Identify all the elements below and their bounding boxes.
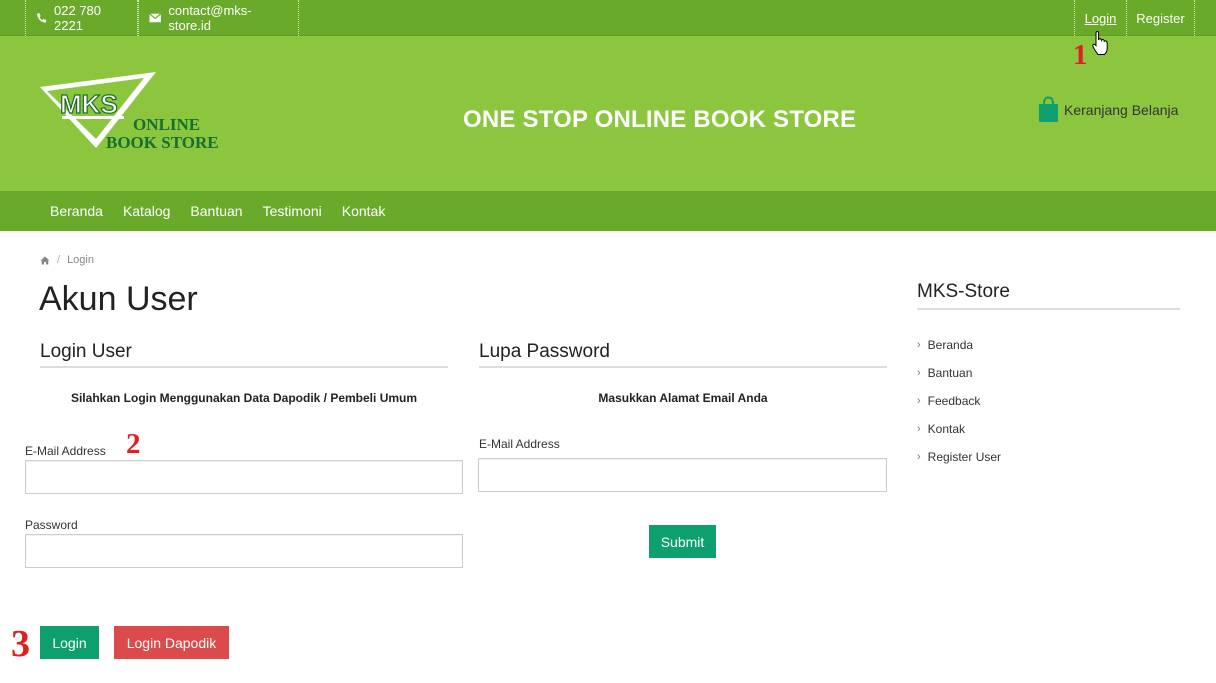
email-info: contact@mks-store.id [138, 0, 299, 36]
sidebar-item-feedback[interactable]: › Feedback [917, 387, 1001, 415]
chevron-right-icon: › [917, 395, 921, 407]
main-nav: Beranda Katalog Bantuan Testimoni Kontak [0, 191, 1216, 231]
chevron-right-icon: › [917, 451, 921, 463]
sidebar-item-label: Bantuan [927, 366, 973, 380]
top-login-link[interactable]: Login [1085, 11, 1117, 26]
shopping-bag-icon [1039, 96, 1058, 122]
forgot-panel-subtitle: Masukkan Alamat Email Anda [598, 391, 768, 405]
forgot-email-label: E-Mail Address [479, 437, 560, 451]
forgot-panel-title: Lupa Password [479, 341, 610, 362]
home-icon[interactable] [40, 256, 50, 265]
login-dapodik-button[interactable]: Login Dapodik [114, 626, 229, 659]
sidebar-item-kontak[interactable]: › Kontak [917, 415, 1001, 443]
phone-icon [36, 13, 47, 23]
sidebar-divider [917, 308, 1180, 310]
sidebar-item-beranda[interactable]: › Beranda [917, 331, 1001, 359]
cart-label: Keranjang Belanja [1064, 101, 1179, 118]
annotation-step-1: 1 [1073, 39, 1088, 71]
logo-line2: BOOK STORE [106, 133, 219, 152]
phone-number: 022 780 2221 [54, 3, 102, 33]
sidebar-item-label: Beranda [927, 338, 974, 352]
hand-cursor-icon [1092, 31, 1108, 55]
nav-item-kontak[interactable]: Kontak [332, 203, 396, 219]
logo-line1: ONLINE [133, 115, 200, 134]
password-label: Password [25, 518, 78, 532]
breadcrumb-separator: / [57, 254, 61, 266]
forgot-email-input[interactable] [478, 458, 887, 492]
top-register-cell: Register [1126, 0, 1195, 36]
nav-item-beranda[interactable]: Beranda [40, 203, 113, 219]
top-bar: 022 780 2221 contact@mks-store.id Login … [0, 0, 1216, 36]
cart-link[interactable]: Keranjang Belanja [1038, 96, 1178, 123]
chevron-right-icon: › [917, 423, 921, 435]
sidebar-list: › Beranda › Bantuan › Feedback › Kontak › Reg… [917, 331, 1001, 471]
page-title: Akun User [39, 280, 198, 318]
login-email-label: E-Mail Address [25, 444, 106, 458]
logo-mark-text: MKS [60, 89, 118, 119]
breadcrumb-current: Login [67, 254, 94, 266]
login-panel-divider [40, 366, 448, 368]
mks-logo[interactable]: MKS ONLINE BOOK STORE [38, 70, 248, 160]
store-tagline: ONE STOP ONLINE BOOK STORE [463, 106, 857, 133]
nav-item-testimoni[interactable]: Testimoni [253, 203, 332, 219]
sidebar-item-label: Feedback [927, 394, 981, 408]
sidebar-item-label: Kontak [927, 422, 966, 436]
email-address: contact@mks-store.id [168, 3, 252, 33]
top-register-link[interactable]: Register [1136, 11, 1184, 26]
chevron-right-icon: › [917, 339, 921, 351]
sidebar-item-register-user[interactable]: › Register User [917, 443, 1001, 471]
forgot-panel-divider [479, 366, 887, 368]
nav-item-katalog[interactable]: Katalog [113, 203, 180, 219]
chevron-right-icon: › [917, 367, 921, 379]
breadcrumb: / Login [40, 254, 94, 266]
envelope-icon [149, 13, 162, 23]
annotation-step-2: 2 [126, 428, 141, 460]
submit-button[interactable]: Submit [649, 525, 716, 558]
login-panel-subtitle: Silahkan Login Menggunakan Data Dapodik … [70, 391, 418, 405]
sidebar-item-label: Register User [927, 450, 1002, 464]
annotation-step-3: 3 [11, 623, 30, 665]
sidebar-item-bantuan[interactable]: › Bantuan [917, 359, 1001, 387]
login-email-input[interactable] [25, 460, 463, 494]
nav-item-bantuan[interactable]: Bantuan [180, 203, 252, 219]
login-panel-title: Login User [40, 341, 132, 362]
sidebar-title: MKS-Store [917, 281, 1010, 302]
login-button[interactable]: Login [40, 626, 99, 659]
site-header: MKS ONLINE BOOK STORE ONE STOP ONLINE BO… [0, 36, 1216, 191]
phone-info: 022 780 2221 [25, 0, 138, 36]
password-input[interactable] [25, 534, 463, 568]
